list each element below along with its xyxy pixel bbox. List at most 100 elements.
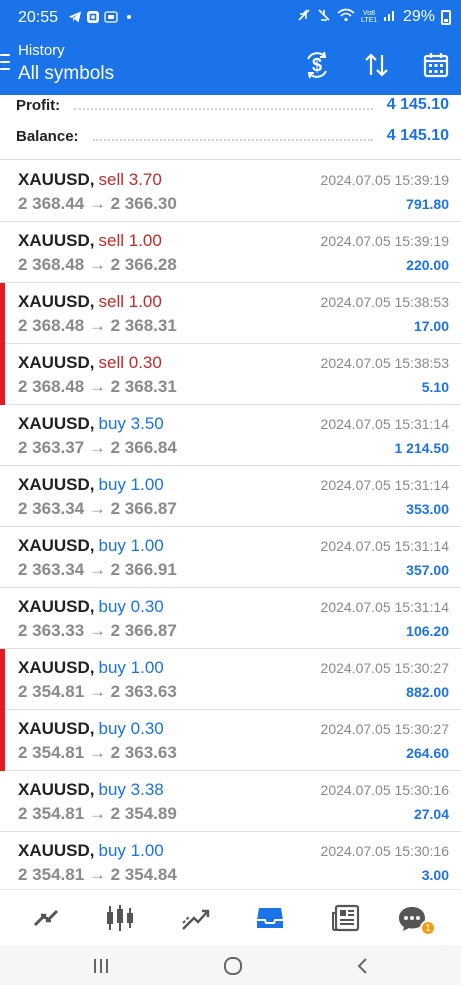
profit-row: Profit: 4 145.10 [16, 95, 449, 115]
deal-time: 2024.07.05 15:30:27 [320, 721, 449, 737]
deal-type-volume: sell 1.00 [98, 231, 162, 250]
deal-row[interactable]: XAUUSD, buy 3.50 2 363.37 → 2 366.84 2024… [0, 405, 461, 466]
deal-symbol: XAUUSD, [18, 231, 95, 250]
deal-profit: 1 214.50 [394, 440, 450, 456]
deal-row[interactable]: XAUUSD, sell 1.00 2 368.48 → 2 368.31 202… [0, 283, 461, 344]
deal-time: 2024.07.05 15:31:14 [320, 477, 449, 493]
deals-list: XAUUSD, sell 3.70 2 368.44 → 2 366.30 202… [0, 161, 461, 893]
deal-profit: 220.00 [406, 257, 449, 273]
deal-profit: 357.00 [406, 562, 449, 578]
deal-symbol: XAUUSD, [18, 658, 95, 677]
deal-prices: 2 363.37 → 2 366.84 [18, 438, 177, 457]
deal-row[interactable]: XAUUSD, sell 0.30 2 368.48 → 2 368.31 202… [0, 344, 461, 405]
deal-time: 2024.07.05 15:30:16 [320, 782, 449, 798]
deal-symbol: XAUUSD, [18, 353, 95, 372]
battery-icon [441, 9, 451, 25]
deal-profit: 5.10 [421, 379, 449, 395]
deal-type-volume: buy 0.30 [98, 719, 164, 738]
signal-icon [383, 8, 397, 26]
network-label: Vo8 LTE1 [360, 10, 378, 24]
balance-label: Balance: [16, 127, 79, 145]
sort-icon[interactable] [360, 48, 394, 82]
chat-icon[interactable]: 1 [394, 902, 436, 936]
status-system-icons: Vo8 LTE1 29% [297, 8, 451, 26]
deal-type-volume: buy 3.50 [98, 414, 164, 433]
balance-row: Balance: 4 145.10 [16, 126, 449, 146]
deal-time: 2024.07.05 15:31:14 [320, 599, 449, 615]
recents-icon[interactable] [86, 955, 116, 977]
menu-icon[interactable] [0, 54, 10, 70]
dollar-cycle-icon[interactable]: $ [300, 48, 334, 82]
deal-prices: 2 368.48 → 2 366.28 [18, 255, 177, 274]
chat-badge: 1 [420, 920, 436, 936]
deal-type-volume: buy 1.00 [98, 841, 164, 860]
deal-prices: 2 354.81 → 2 354.84 [18, 865, 177, 884]
deal-row[interactable]: XAUUSD, buy 0.30 2 354.81 → 2 363.63 2024… [0, 710, 461, 771]
deal-time: 2024.07.05 15:30:16 [320, 843, 449, 859]
bottom-navigation: 1 [0, 889, 461, 945]
deal-prices: 2 363.33 → 2 366.87 [18, 621, 177, 640]
deal-time: 2024.07.05 15:39:19 [320, 172, 449, 188]
symbol-filter-title[interactable]: All symbols [18, 63, 114, 85]
trade-icon[interactable] [178, 902, 214, 934]
profit-label: Profit: [16, 96, 61, 114]
deal-type-volume: buy 1.00 [98, 475, 164, 494]
deal-symbol: XAUUSD, [18, 780, 95, 799]
deal-row[interactable]: XAUUSD, buy 3.38 2 354.81 → 2 354.89 2024… [0, 771, 461, 832]
deal-row[interactable]: XAUUSD, buy 1.00 2 363.34 → 2 366.87 2024… [0, 466, 461, 527]
system-navigation-bar [0, 945, 461, 985]
calendar-icon[interactable] [419, 48, 453, 82]
chart-icon[interactable] [102, 902, 138, 934]
deal-profit: 353.00 [406, 501, 449, 517]
alarm-mute-icon [317, 8, 331, 26]
back-icon[interactable] [348, 955, 378, 977]
history-icon[interactable] [252, 902, 288, 934]
deal-marker [0, 649, 5, 710]
balance-value: 4 145.10 [386, 127, 449, 144]
deal-time: 2024.07.05 15:39:19 [320, 233, 449, 249]
more-notifications-dot [127, 15, 131, 19]
telegram-icon [68, 10, 82, 24]
deal-row[interactable]: XAUUSD, sell 3.70 2 368.44 → 2 366.30 202… [0, 161, 461, 222]
deal-profit: 106.20 [406, 623, 449, 639]
deal-row[interactable]: XAUUSD, buy 0.30 2 363.33 → 2 366.87 2024… [0, 588, 461, 649]
mute-icon [297, 8, 311, 26]
deal-time: 2024.07.05 15:38:53 [320, 294, 449, 310]
deal-row[interactable]: XAUUSD, buy 1.00 2 363.34 → 2 366.91 2024… [0, 527, 461, 588]
app-box-icon [87, 11, 99, 23]
deal-time: 2024.07.05 15:30:27 [320, 660, 449, 676]
deal-profit: 791.80 [406, 196, 449, 212]
deal-type-volume: buy 0.30 [98, 597, 164, 616]
deal-time: 2024.07.05 15:31:14 [320, 538, 449, 554]
deal-prices: 2 354.81 → 2 354.89 [18, 804, 177, 823]
deal-type-volume: sell 0.30 [98, 353, 162, 372]
quotes-icon[interactable] [28, 902, 64, 934]
deal-profit: 3.00 [421, 867, 449, 883]
deal-type-volume: buy 3.38 [98, 780, 164, 799]
profit-value: 4 145.10 [386, 96, 449, 113]
deal-type-volume: sell 3.70 [98, 170, 162, 189]
deal-profit: 17.00 [413, 318, 449, 334]
status-time: 20:55 [18, 9, 59, 26]
deal-prices: 2 363.34 → 2 366.87 [18, 499, 177, 518]
deal-symbol: XAUUSD, [18, 719, 95, 738]
deal-row[interactable]: XAUUSD, buy 1.00 2 354.81 → 2 363.63 2024… [0, 649, 461, 710]
leader-dots [74, 100, 373, 110]
news-icon[interactable] [328, 902, 364, 934]
sim-icon [104, 10, 118, 24]
deal-prices: 2 368.48 → 2 368.31 [18, 316, 177, 335]
deal-profit: 27.04 [413, 806, 449, 822]
app-header: 20:55 Vo8 LTE1 29% History All symbols $ [0, 0, 461, 95]
deal-prices: 2 363.34 → 2 366.91 [18, 560, 177, 579]
wifi-icon [337, 8, 355, 26]
deal-time: 2024.07.05 15:31:14 [320, 416, 449, 432]
deal-symbol: XAUUSD, [18, 536, 95, 555]
deal-row[interactable]: XAUUSD, buy 1.00 2 354.81 → 2 354.84 2024… [0, 832, 461, 893]
deal-type-volume: buy 1.00 [98, 658, 164, 677]
status-notification-icons [68, 10, 131, 24]
deal-row[interactable]: XAUUSD, sell 1.00 2 368.48 → 2 366.28 202… [0, 222, 461, 283]
deal-type-volume: sell 1.00 [98, 292, 162, 311]
deal-type-volume: buy 1.00 [98, 536, 164, 555]
deal-symbol: XAUUSD, [18, 170, 95, 189]
home-icon[interactable] [218, 955, 248, 977]
